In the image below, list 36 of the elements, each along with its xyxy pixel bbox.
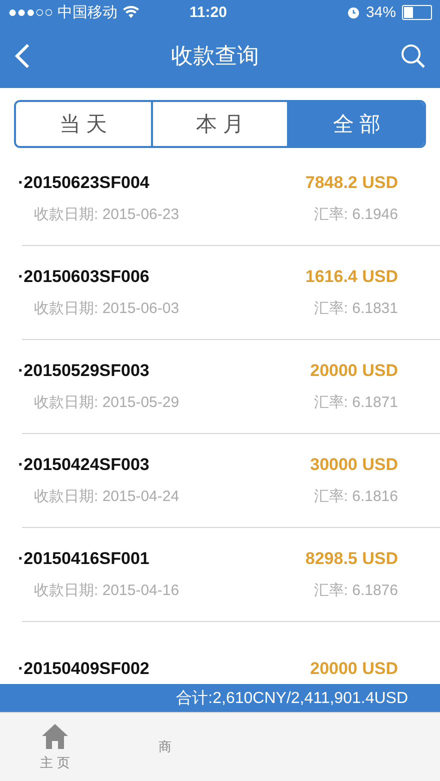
exchange-rate: 汇率: 6.1831 [314, 299, 398, 318]
receipt-date: 收款日期: 2015-04-24 [34, 487, 180, 506]
receipt-number: ·20150603SF006 [18, 267, 150, 287]
total-bar: 合计:2,610CNY/2,411,901.4USD [0, 684, 440, 712]
receipt-date: 收款日期: 2015-06-03 [34, 299, 180, 318]
receipt-number: ·20150529SF003 [18, 361, 150, 381]
exchange-rate: 汇率: 6.1871 [314, 393, 398, 412]
tab-bar-item[interactable]: 商 [110, 713, 220, 781]
receipt-date: 收款日期: 2015-05-29 [34, 393, 180, 412]
exchange-rate: 汇率: 6.1876 [314, 581, 398, 600]
battery-percent: 34% [366, 4, 396, 20]
amount: 30000 USD [310, 455, 398, 475]
receipt-number: ·20150409SF002 [18, 658, 150, 678]
receipt-date: 收款日期: 2015-06-23 [34, 205, 180, 224]
page-title: 收款查询 [170, 42, 260, 70]
wifi-icon [123, 6, 140, 18]
exchange-rate: 汇率: 6.1816 [314, 487, 398, 506]
carrier-text: ●●●○○ 中国移动 [8, 2, 118, 22]
tab-bar-item[interactable]: 主 页 [0, 713, 110, 781]
amount: 8298.5 USD [305, 549, 398, 569]
search-icon[interactable] [400, 43, 426, 69]
amount: 7848.2 USD [305, 173, 398, 193]
home-icon [40, 722, 70, 750]
battery-icon [402, 4, 432, 20]
back-icon[interactable] [14, 43, 30, 69]
receipt-number: ·20150623SF004 [18, 173, 150, 193]
receipt-number: ·20150416SF001 [18, 549, 150, 569]
amount: 20000 USD [310, 361, 398, 381]
amount: 20000 USD [310, 658, 398, 678]
receipt-date: 收款日期: 2015-04-16 [34, 581, 180, 600]
receipt-number: ·20150424SF003 [18, 455, 150, 475]
amount: 1616.4 USD [305, 267, 398, 287]
exchange-rate: 汇率: 6.1946 [314, 205, 398, 224]
filter-tab[interactable]: 全 部 [287, 102, 424, 146]
alarm-icon [346, 6, 360, 18]
status-time: 11:20 [188, 4, 228, 20]
